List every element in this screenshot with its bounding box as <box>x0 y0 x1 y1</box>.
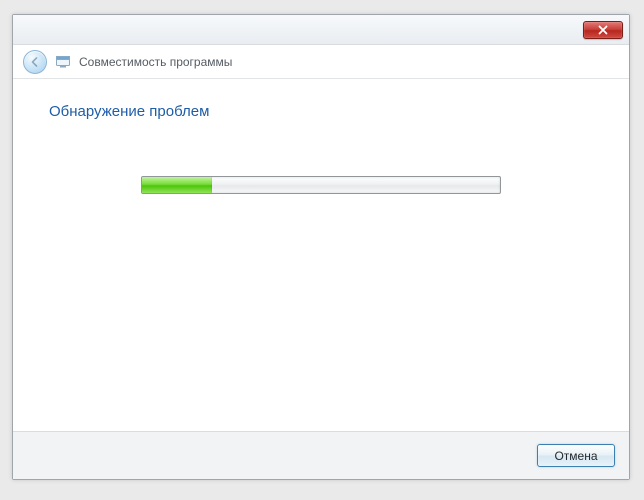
page-heading: Обнаружение проблем <box>49 103 593 120</box>
progress-bar <box>141 176 501 194</box>
close-button[interactable] <box>583 21 623 39</box>
wizard-title: Совместимость программы <box>79 55 232 69</box>
back-button[interactable] <box>23 50 47 74</box>
arrow-left-icon <box>29 56 41 68</box>
app-icon <box>55 54 71 70</box>
cancel-button[interactable]: Отмена <box>537 444 615 467</box>
wizard-window: Совместимость программы Обнаружение проб… <box>12 14 630 480</box>
titlebar <box>13 15 629 45</box>
wizard-content: Обнаружение проблем <box>13 79 629 431</box>
close-icon <box>598 25 608 35</box>
wizard-footer: Отмена <box>13 431 629 479</box>
progress-container <box>141 176 501 194</box>
cancel-button-label: Отмена <box>554 449 597 463</box>
progress-fill <box>142 177 212 193</box>
wizard-header: Совместимость программы <box>13 45 629 79</box>
